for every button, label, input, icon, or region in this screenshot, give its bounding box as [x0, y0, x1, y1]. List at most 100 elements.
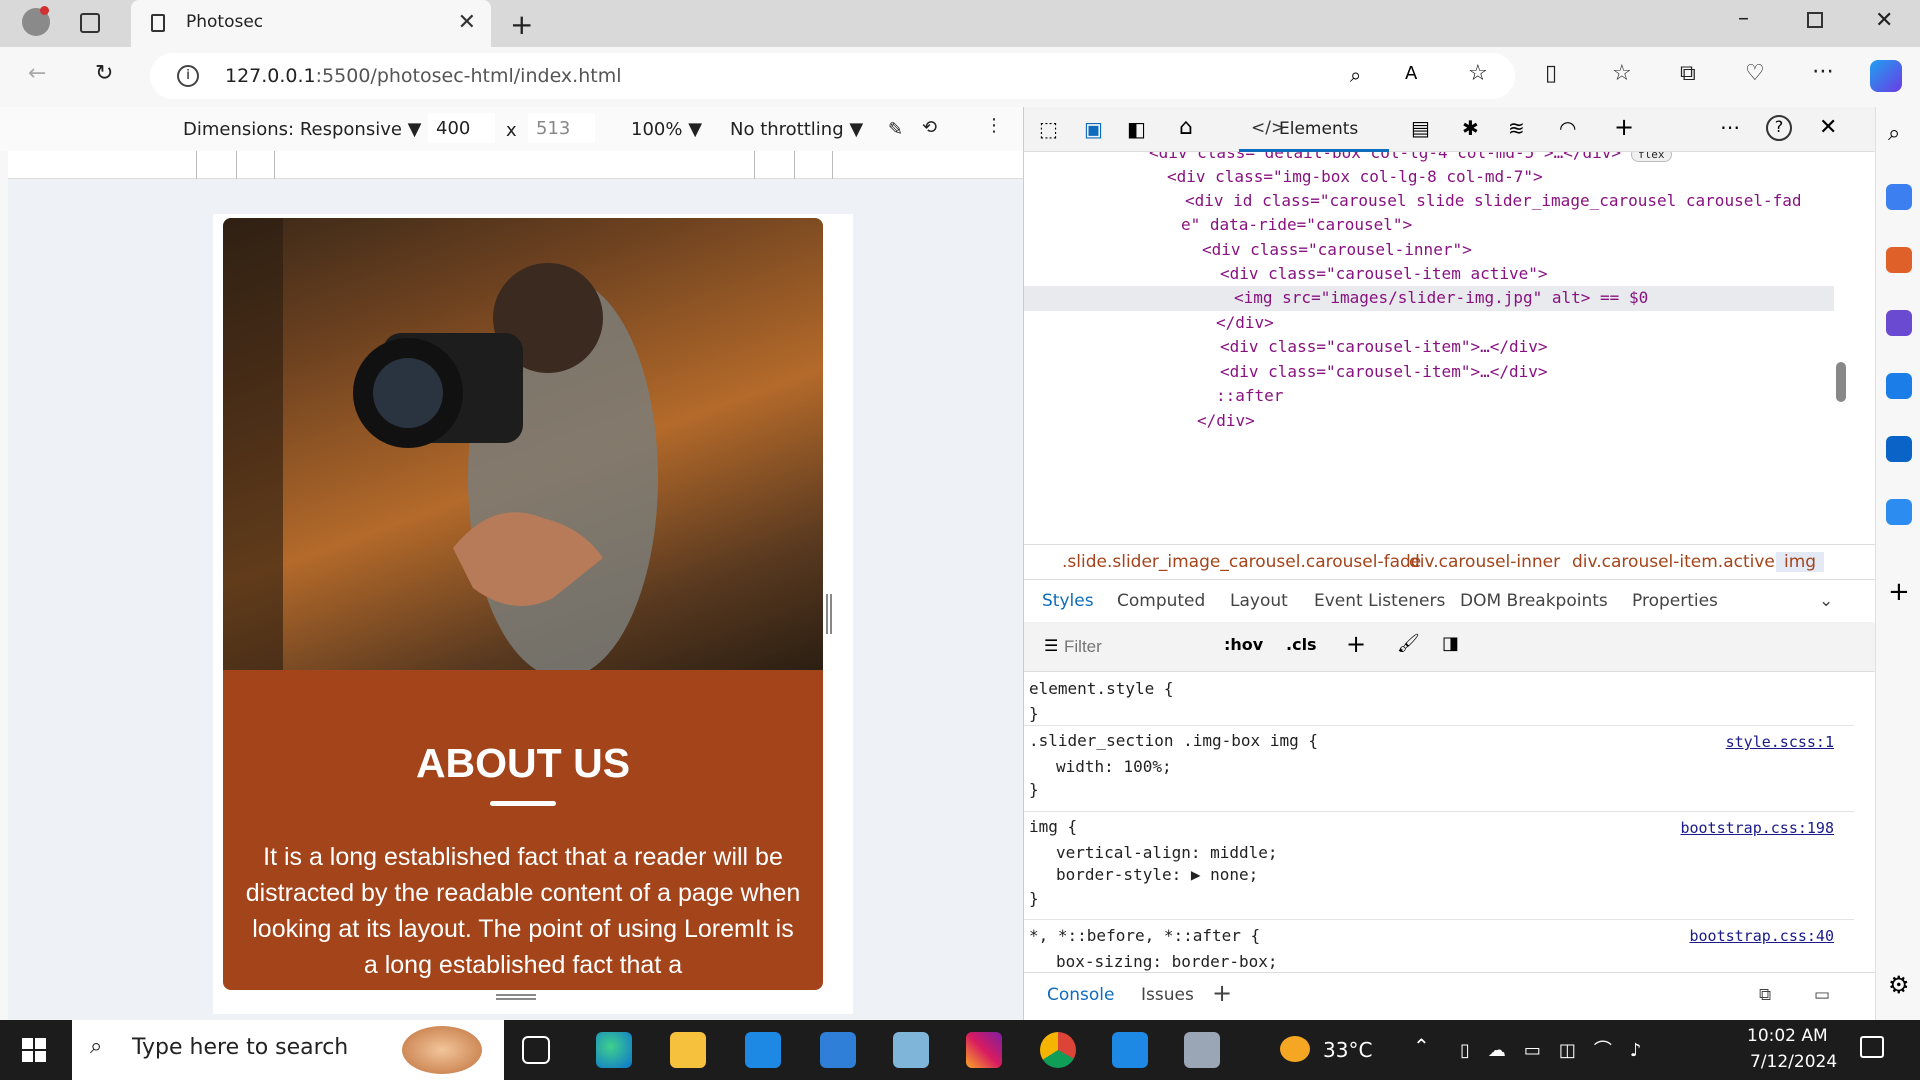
- site-info-icon[interactable]: i: [177, 65, 199, 87]
- url-text[interactable]: 127.0.0.1:5500/photosec-html/index.html: [225, 65, 621, 87]
- new-tab-icon[interactable]: +: [510, 8, 533, 41]
- device-more-icon[interactable]: ⋮: [985, 115, 1003, 136]
- rule-source-link[interactable]: bootstrap.css:40: [1690, 927, 1835, 945]
- devtools-more-icon[interactable]: ⋯: [1720, 115, 1740, 139]
- console-tool-icon[interactable]: ▤: [1411, 116, 1430, 140]
- close-devtools-icon[interactable]: ✕: [1819, 115, 1837, 140]
- paint-brush-icon[interactable]: 🖌: [1397, 633, 1420, 654]
- rule-property[interactable]: width: 100%;: [1056, 757, 1172, 776]
- tab-dom-breakpoints[interactable]: DOM Breakpoints: [1460, 591, 1608, 611]
- resize-handle-bottom[interactable]: [496, 994, 536, 1000]
- minimize-icon[interactable]: –: [1738, 6, 1749, 31]
- rule-selector[interactable]: *, *::before, *::after {: [1029, 926, 1260, 945]
- task-view-icon[interactable]: [522, 1036, 550, 1064]
- system-tray-icons[interactable]: ▯☁▭◫⌒♪: [1460, 1036, 1659, 1062]
- rule-source-link[interactable]: bootstrap.css:198: [1680, 819, 1834, 837]
- app-installer-icon[interactable]: [1184, 1032, 1220, 1068]
- tab-console[interactable]: Console: [1047, 985, 1115, 1005]
- weather-temp[interactable]: 33°C: [1323, 1038, 1372, 1062]
- rule-selector[interactable]: element.style {: [1029, 679, 1174, 698]
- url-bar[interactable]: i 127.0.0.1:5500/photosec-html/index.htm…: [150, 53, 1515, 99]
- close-tab-icon[interactable]: ✕: [458, 10, 476, 35]
- throttling-dropdown[interactable]: No throttling ▼: [730, 119, 863, 140]
- issues-bug-icon[interactable]: ✱: [1462, 116, 1479, 140]
- rule-source-link[interactable]: style.scss:1: [1726, 733, 1834, 751]
- add-tool-icon[interactable]: +: [1614, 113, 1634, 141]
- notification-icon[interactable]: [1860, 1036, 1884, 1058]
- tab-issues[interactable]: Issues: [1141, 985, 1194, 1005]
- dom-tree[interactable]: <div class="detail-box col-lg-4 col-md-5…: [1024, 152, 1876, 544]
- dom-line[interactable]: e" data-ride="carousel">: [1181, 213, 1412, 238]
- add-drawer-tab-icon[interactable]: +: [1212, 979, 1232, 1007]
- tools-icon[interactable]: [1886, 247, 1912, 273]
- cls-toggle[interactable]: .cls: [1286, 635, 1317, 654]
- store-icon[interactable]: [745, 1032, 781, 1068]
- breadcrumb-item-selected[interactable]: img: [1776, 552, 1825, 572]
- add-sidebar-app-icon[interactable]: +: [1888, 577, 1910, 607]
- help-icon[interactable]: ?: [1766, 115, 1792, 141]
- computed-sidebar-icon[interactable]: ◨: [1442, 633, 1459, 654]
- dom-line[interactable]: </div>: [1197, 409, 1255, 434]
- vscode-icon[interactable]: [1112, 1032, 1148, 1068]
- refresh-icon[interactable]: ↻: [95, 61, 113, 86]
- breadcrumb-item[interactable]: div.carousel-item.active: [1572, 552, 1775, 572]
- hov-toggle[interactable]: :hov: [1224, 635, 1263, 654]
- new-rule-icon[interactable]: +: [1346, 630, 1366, 658]
- rule-selector[interactable]: .slider_section .img-box img {: [1029, 731, 1318, 750]
- breadcrumb-item[interactable]: div.carousel-inner: [1409, 552, 1560, 572]
- shopping-icon[interactable]: [1886, 184, 1912, 210]
- notes-app-icon[interactable]: [893, 1032, 929, 1068]
- favorites-icon[interactable]: ☆: [1612, 61, 1632, 86]
- drawer-dock-icon[interactable]: ▭: [1814, 985, 1830, 1005]
- favorite-star-icon[interactable]: ☆: [1468, 61, 1488, 86]
- collections-icon[interactable]: ⧉: [1680, 61, 1696, 86]
- undock-drawer-icon[interactable]: ⧉: [1759, 985, 1771, 1005]
- chrome-icon[interactable]: [1040, 1032, 1076, 1068]
- more-menu-icon[interactable]: ⋯: [1812, 59, 1834, 84]
- dom-line[interactable]: <div class="carousel-item active">: [1220, 262, 1548, 287]
- width-input[interactable]: 400: [428, 113, 495, 143]
- tab-event-listeners[interactable]: Event Listeners: [1314, 591, 1445, 611]
- zoom-dropdown[interactable]: 100% ▼: [631, 119, 702, 140]
- media-query-bar[interactable]: [8, 151, 1023, 179]
- copilot-icon[interactable]: [1870, 60, 1902, 92]
- back-icon[interactable]: ←: [28, 61, 46, 86]
- dock-icon[interactable]: ◧: [1127, 117, 1146, 141]
- restore-icon[interactable]: [1807, 12, 1823, 28]
- zoom-icon[interactable]: ⌕: [1350, 63, 1361, 87]
- sensor-pen-icon[interactable]: ✎: [888, 119, 903, 140]
- rule-property[interactable]: border-style: ▶ none;: [1056, 865, 1258, 884]
- games-icon[interactable]: [1886, 310, 1912, 336]
- tab-properties[interactable]: Properties: [1632, 591, 1718, 611]
- read-aloud-icon[interactable]: A: [1405, 63, 1417, 84]
- network-wifi-icon[interactable]: ≋: [1508, 116, 1525, 140]
- tab-actions-icon[interactable]: [80, 13, 100, 33]
- file-explorer-icon[interactable]: [670, 1032, 706, 1068]
- dom-line[interactable]: <div class="carousel-item">…</div>: [1220, 360, 1548, 385]
- flex-badge[interactable]: flex: [1631, 152, 1672, 162]
- split-screen-icon[interactable]: ▯: [1545, 61, 1557, 86]
- dimensions-dropdown[interactable]: Dimensions: Responsive ▼: [183, 119, 422, 140]
- height-input[interactable]: 513: [528, 113, 595, 143]
- clock-date[interactable]: 7/12/2024: [1750, 1052, 1837, 1072]
- dom-scrollbar[interactable]: [1836, 362, 1846, 402]
- search-icon[interactable]: ⌕: [1888, 121, 1900, 146]
- dom-line[interactable]: ::after: [1216, 384, 1283, 409]
- show-hidden-icons[interactable]: ⌃: [1413, 1034, 1430, 1058]
- clock-time[interactable]: 10:02 AM: [1747, 1026, 1828, 1046]
- tab-layout[interactable]: Layout: [1230, 591, 1288, 611]
- taskbar-search[interactable]: ⌕ Type here to search: [72, 1020, 504, 1080]
- resize-handle-right[interactable]: [826, 594, 832, 634]
- browser-tab[interactable]: Photosec ✕: [131, 0, 491, 47]
- dom-line[interactable]: </div>: [1216, 311, 1274, 336]
- breadcrumb-item[interactable]: .slide.slider_image_carousel.carousel-fa…: [1062, 552, 1421, 572]
- windows-start-icon[interactable]: [22, 1038, 46, 1062]
- outlook-icon[interactable]: [1886, 436, 1912, 462]
- performance-icon[interactable]: ◠: [1559, 116, 1576, 140]
- tab-computed[interactable]: Computed: [1117, 591, 1205, 611]
- rotate-icon[interactable]: ⟲: [922, 117, 937, 138]
- dom-line[interactable]: <div class="img-box col-lg-8 col-md-7">: [1167, 165, 1543, 190]
- close-window-icon[interactable]: ✕: [1875, 8, 1893, 33]
- device-emulation-icon[interactable]: ▣: [1084, 117, 1103, 141]
- instagram-icon[interactable]: [966, 1032, 1002, 1068]
